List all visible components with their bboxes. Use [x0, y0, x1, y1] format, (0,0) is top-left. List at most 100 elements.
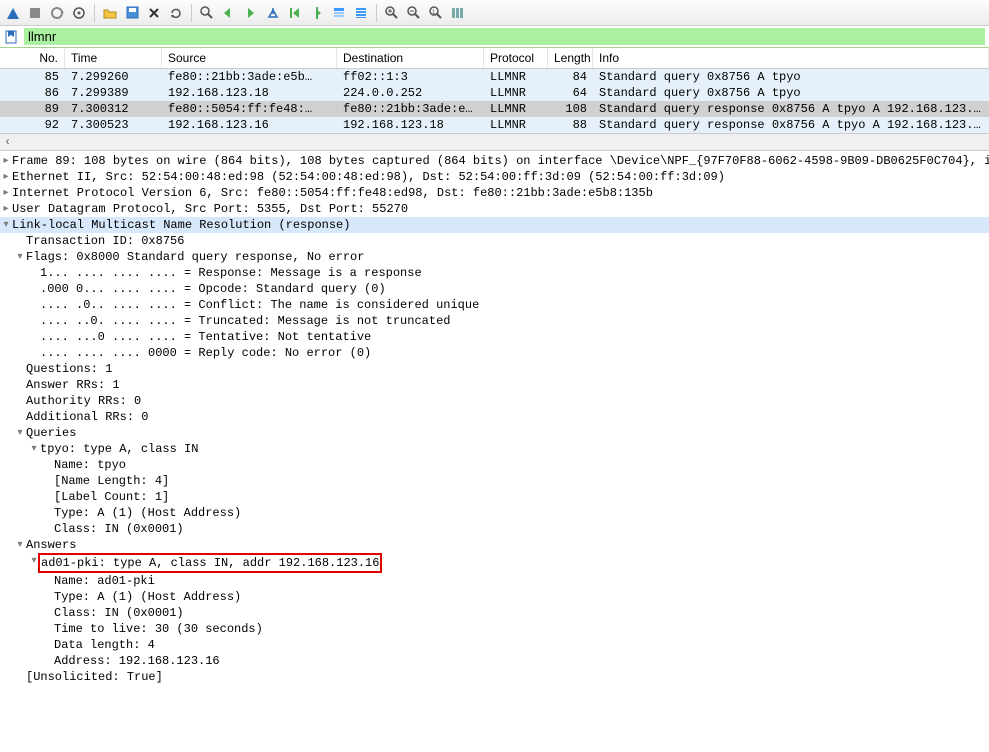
- answer-datalen[interactable]: Data length: 4: [54, 637, 155, 653]
- packet-cell: ff02::1:3: [337, 69, 484, 85]
- query-type[interactable]: Type: A (1) (Host Address): [54, 505, 241, 521]
- packet-cell: LLMNR: [484, 85, 548, 101]
- zoom-in-icon[interactable]: [383, 4, 401, 22]
- save-icon[interactable]: [123, 4, 141, 22]
- stop-icon[interactable]: [26, 4, 44, 22]
- packet-cell: 7.300312: [65, 101, 162, 117]
- query-labelcount[interactable]: [Label Count: 1]: [54, 489, 169, 505]
- packet-cell: 192.168.123.18: [337, 117, 484, 133]
- additional-rrs[interactable]: Additional RRs: 0: [26, 409, 148, 425]
- colorize-icon[interactable]: [352, 4, 370, 22]
- collapse-toggle[interactable]: ▾: [28, 441, 40, 457]
- expand-toggle[interactable]: ▸: [0, 201, 12, 217]
- go-back-icon[interactable]: [220, 4, 238, 22]
- close-icon[interactable]: [145, 4, 163, 22]
- expand-toggle[interactable]: ▸: [0, 153, 12, 169]
- expand-toggle[interactable]: ▸: [0, 169, 12, 185]
- packet-cell: 192.168.123.18: [162, 85, 337, 101]
- col-protocol[interactable]: Protocol: [484, 48, 548, 68]
- zoom-out-icon[interactable]: [405, 4, 423, 22]
- expand-toggle[interactable]: ▸: [0, 185, 12, 201]
- query-name[interactable]: Name: tpyo: [54, 457, 126, 473]
- packet-cell: 92: [0, 117, 65, 133]
- toolbar-separator: [376, 4, 377, 22]
- auto-scroll-icon[interactable]: [330, 4, 348, 22]
- packet-cell: 108: [548, 101, 593, 117]
- reload-icon[interactable]: [167, 4, 185, 22]
- packet-row[interactable]: 927.300523192.168.123.16192.168.123.18LL…: [0, 117, 989, 133]
- flag-conflict[interactable]: .... .0.. .... .... = Conflict: The name…: [40, 297, 479, 313]
- packet-cell: LLMNR: [484, 69, 548, 85]
- flag-truncated[interactable]: .... ..0. .... .... = Truncated: Message…: [40, 313, 450, 329]
- col-length[interactable]: Length: [548, 48, 593, 68]
- packet-cell: Standard query 0x8756 A tpyo: [593, 85, 989, 101]
- go-forward-icon[interactable]: [242, 4, 260, 22]
- flag-response[interactable]: 1... .... .... .... = Response: Message …: [40, 265, 422, 281]
- transaction-id[interactable]: Transaction ID: 0x8756: [26, 233, 184, 249]
- packet-cell: 84: [548, 69, 593, 85]
- goto-first-icon[interactable]: [286, 4, 304, 22]
- display-filter-input[interactable]: [24, 28, 985, 45]
- llmnr-summary[interactable]: Link-local Multicast Name Resolution (re…: [12, 217, 983, 233]
- udp-summary[interactable]: User Datagram Protocol, Src Port: 5355, …: [12, 201, 408, 217]
- packet-row[interactable]: 867.299389192.168.123.18224.0.0.252LLMNR…: [0, 85, 989, 101]
- open-icon[interactable]: [101, 4, 119, 22]
- authority-rrs[interactable]: Authority RRs: 0: [26, 393, 141, 409]
- resize-columns-icon[interactable]: [449, 4, 467, 22]
- col-source[interactable]: Source: [162, 48, 337, 68]
- answer-rrs[interactable]: Answer RRs: 1: [26, 377, 120, 393]
- collapse-toggle[interactable]: ▾: [14, 537, 26, 553]
- packet-cell: 224.0.0.252: [337, 85, 484, 101]
- packet-cell: 88: [548, 117, 593, 133]
- answer-type[interactable]: Type: A (1) (Host Address): [54, 589, 241, 605]
- restart-icon[interactable]: [48, 4, 66, 22]
- zoom-reset-icon[interactable]: 1: [427, 4, 445, 22]
- packet-cell: Standard query response 0x8756 A tpyo A …: [593, 117, 989, 133]
- packet-row[interactable]: 897.300312fe80::5054:ff:fe48:…fe80::21bb…: [0, 101, 989, 117]
- packet-list-pane: No. Time Source Destination Protocol Len…: [0, 48, 989, 151]
- flag-opcode[interactable]: .000 0... .... .... = Opcode: Standard q…: [40, 281, 386, 297]
- answer-address[interactable]: Address: 192.168.123.16: [54, 653, 220, 669]
- collapse-toggle[interactable]: ▾: [14, 425, 26, 441]
- filter-bookmark-icon[interactable]: [4, 30, 20, 44]
- goto-last-icon[interactable]: [308, 4, 326, 22]
- answer-name[interactable]: Name: ad01-pki: [54, 573, 155, 589]
- goto-icon[interactable]: [264, 4, 282, 22]
- packet-list-header[interactable]: No. Time Source Destination Protocol Len…: [0, 48, 989, 69]
- answer-item-highlighted[interactable]: ad01-pki: type A, class IN, addr 192.168…: [38, 553, 382, 573]
- ipv6-summary[interactable]: Internet Protocol Version 6, Src: fe80::…: [12, 185, 653, 201]
- col-info[interactable]: Info: [593, 48, 989, 68]
- col-destination[interactable]: Destination: [337, 48, 484, 68]
- packet-details-pane[interactable]: ▸Frame 89: 108 bytes on wire (864 bits),…: [0, 151, 989, 752]
- queries-section[interactable]: Queries: [26, 425, 76, 441]
- flag-replycode[interactable]: .... .... .... 0000 = Reply code: No err…: [40, 345, 371, 361]
- shark-fin-icon[interactable]: [4, 4, 22, 22]
- col-no[interactable]: No.: [0, 48, 65, 68]
- frame-summary[interactable]: Frame 89: 108 bytes on wire (864 bits), …: [12, 153, 989, 169]
- packet-cell: Standard query 0x8756 A tpyo: [593, 69, 989, 85]
- answer-ttl[interactable]: Time to live: 30 (30 seconds): [54, 621, 263, 637]
- packet-cell: 89: [0, 101, 65, 117]
- query-item[interactable]: tpyo: type A, class IN: [40, 441, 198, 457]
- collapse-toggle[interactable]: ▾: [0, 217, 12, 233]
- flag-tentative[interactable]: .... ...0 .... .... = Tentative: Not ten…: [40, 329, 371, 345]
- packet-cell: fe80::21bb:3ade:e5b…: [162, 69, 337, 85]
- hscroll-bar[interactable]: ‹: [0, 133, 989, 150]
- flags-summary[interactable]: Flags: 0x8000 Standard query response, N…: [26, 249, 364, 265]
- packet-cell: LLMNR: [484, 117, 548, 133]
- packet-row[interactable]: 857.299260fe80::21bb:3ade:e5b…ff02::1:3L…: [0, 69, 989, 85]
- collapse-toggle[interactable]: ▾: [14, 249, 26, 265]
- query-namelen[interactable]: [Name Length: 4]: [54, 473, 169, 489]
- questions-count[interactable]: Questions: 1: [26, 361, 112, 377]
- hscroll-left-icon[interactable]: ‹: [4, 135, 11, 149]
- packet-cell: 7.299389: [65, 85, 162, 101]
- answers-section[interactable]: Answers: [26, 537, 76, 553]
- packet-cell: 192.168.123.16: [162, 117, 337, 133]
- find-icon[interactable]: [198, 4, 216, 22]
- query-class[interactable]: Class: IN (0x0001): [54, 521, 184, 537]
- unsolicited-flag[interactable]: [Unsolicited: True]: [26, 669, 163, 685]
- options-icon[interactable]: [70, 4, 88, 22]
- answer-class[interactable]: Class: IN (0x0001): [54, 605, 184, 621]
- ethernet-summary[interactable]: Ethernet II, Src: 52:54:00:48:ed:98 (52:…: [12, 169, 725, 185]
- col-time[interactable]: Time: [65, 48, 162, 68]
